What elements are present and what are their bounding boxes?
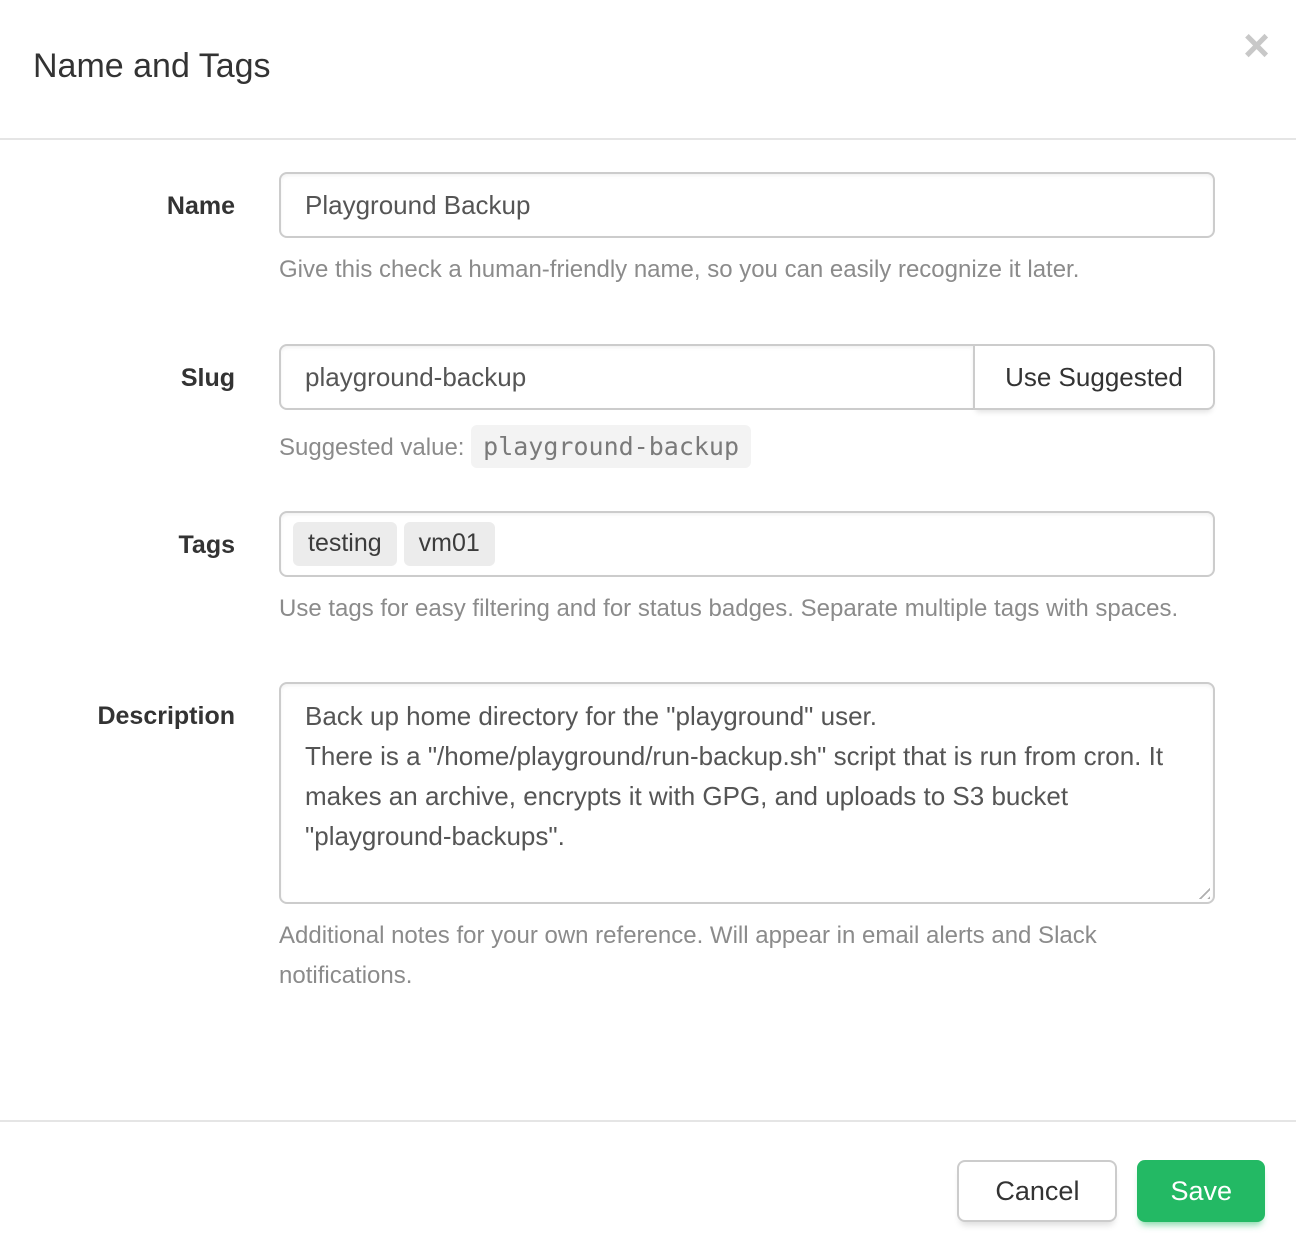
name-label: Name — [33, 172, 235, 290]
modal-title: Name and Tags — [33, 48, 1263, 85]
slug-input[interactable] — [279, 344, 975, 410]
tag-chip: vm01 — [404, 522, 495, 566]
name-field-column: Give this check a human-friendly name, s… — [279, 172, 1215, 290]
description-textarea-wrap: Back up home directory for the "playgrou… — [279, 682, 1215, 904]
suggested-value-line: Suggested value: playground-backup — [279, 424, 1215, 471]
close-icon[interactable]: × — [1243, 22, 1270, 68]
description-label: Description — [33, 682, 235, 996]
name-and-tags-modal: Name and Tags × Name Give this check a h… — [0, 0, 1296, 1254]
use-suggested-button[interactable]: Use Suggested — [973, 344, 1215, 410]
modal-footer: Cancel Save — [0, 1120, 1296, 1254]
tags-field-column: testingvm01 Use tags for easy filtering … — [279, 511, 1215, 629]
tags-form-group: Tags testingvm01 Use tags for easy filte… — [33, 511, 1215, 629]
description-form-group: Description Back up home directory for t… — [33, 682, 1215, 996]
cancel-button[interactable]: Cancel — [957, 1160, 1117, 1222]
tag-chip: testing — [293, 522, 397, 566]
tags-label: Tags — [33, 511, 235, 629]
name-help-text: Give this check a human-friendly name, s… — [279, 250, 1215, 290]
tags-input[interactable]: testingvm01 — [279, 511, 1215, 577]
slug-label: Slug — [33, 344, 235, 471]
slug-input-group: Use Suggested — [279, 344, 1215, 410]
suggested-value-prefix: Suggested value: — [279, 434, 464, 461]
description-field-column: Back up home directory for the "playgrou… — [279, 682, 1215, 996]
slug-field-column: Use Suggested Suggested value: playgroun… — [279, 344, 1215, 471]
save-button[interactable]: Save — [1137, 1160, 1265, 1222]
description-textarea[interactable]: Back up home directory for the "playgrou… — [279, 682, 1215, 904]
tags-help-text: Use tags for easy filtering and for stat… — [279, 589, 1215, 629]
slug-form-group: Slug Use Suggested Suggested value: play… — [33, 344, 1215, 471]
name-form-group: Name Give this check a human-friendly na… — [33, 172, 1215, 290]
suggested-value-code: playground-backup — [471, 425, 751, 468]
modal-header: Name and Tags × — [0, 0, 1296, 140]
name-input[interactable] — [279, 172, 1215, 238]
modal-body: Name Give this check a human-friendly na… — [0, 140, 1296, 1120]
description-help-text: Additional notes for your own reference.… — [279, 916, 1215, 996]
